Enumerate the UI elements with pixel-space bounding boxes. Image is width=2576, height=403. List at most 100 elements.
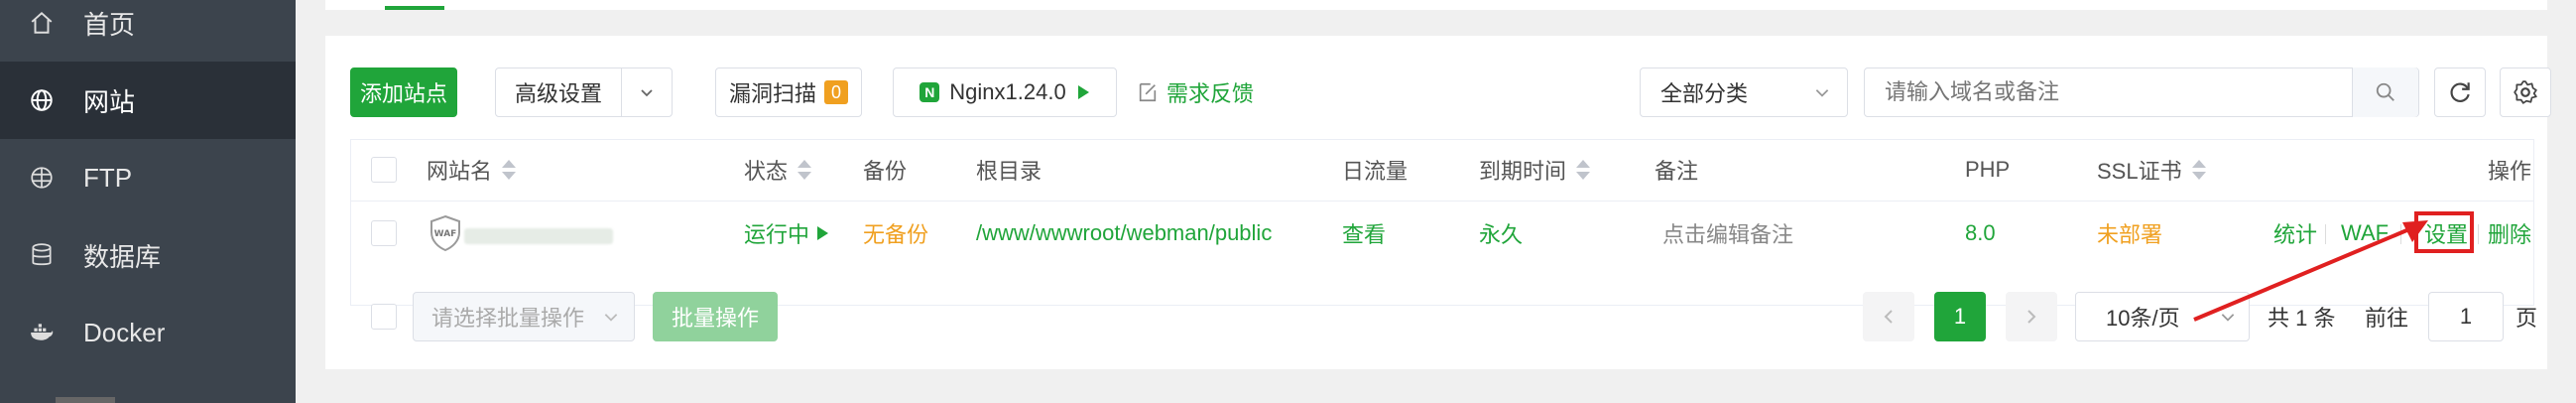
remark-edit[interactable]: 点击编辑备注 (1662, 218, 1793, 248)
ftp-globe-icon (28, 164, 56, 192)
header-label: 根目录 (976, 159, 1043, 184)
traffic-view-link[interactable]: 查看 (1342, 218, 1386, 248)
expire-date[interactable]: 永久 (1479, 218, 1523, 248)
backup-status[interactable]: 无备份 (863, 218, 928, 248)
globe-icon (28, 86, 56, 114)
search-button[interactable] (2352, 67, 2418, 117)
next-page-button[interactable] (2006, 292, 2057, 341)
feedback-link[interactable]: 需求反馈 (1137, 67, 1254, 117)
edit-note-icon (1139, 82, 1157, 102)
search-box (1864, 67, 2419, 117)
refresh-icon (2450, 82, 2470, 102)
prev-page-button[interactable] (1863, 292, 1914, 341)
sidebar-item-label: Docker (83, 317, 166, 347)
sort-icon (502, 160, 517, 180)
sidebar-item-docker[interactable]: Docker (0, 294, 296, 371)
row-checkbox[interactable] (371, 220, 397, 246)
header-label: 操作 (2488, 159, 2532, 184)
feedback-label: 需求反馈 (1166, 81, 1255, 106)
nginx-version-button[interactable]: N Nginx1.24.0 (893, 67, 1117, 117)
vuln-scan-label: 漏洞扫描 (728, 81, 816, 106)
refresh-button[interactable] (2434, 67, 2486, 117)
header-root-dir: 根目录 (976, 155, 1042, 185)
category-select[interactable]: 全部分类 (1640, 67, 1848, 117)
sidebar-item-label: FTP (83, 162, 133, 193)
nginx-version-label: Nginx1.24.0 (949, 79, 1066, 104)
sidebar-item-database[interactable]: 数据库 (0, 216, 296, 294)
sidebar-item-home[interactable]: 首页 (0, 0, 296, 62)
sidebar: 首页 网站 FTP 数据库 Docker (0, 0, 296, 403)
chevron-right-icon (2027, 310, 2036, 324)
settings-button[interactable] (2500, 67, 2551, 117)
header-label: 到期时间 (1479, 159, 1567, 184)
chevron-down-icon (604, 314, 618, 322)
sidebar-item-label: 首页 (83, 9, 136, 40)
add-site-button[interactable]: 添加站点 (350, 67, 457, 117)
batch-action-button[interactable]: 批量操作 (653, 292, 778, 341)
header-label: 备注 (1655, 159, 1699, 184)
action-divider (2478, 224, 2479, 244)
search-input[interactable] (1883, 69, 2363, 115)
nginx-icon: N (920, 82, 940, 102)
status-label: 运行中 (744, 222, 810, 247)
home-icon (28, 9, 56, 37)
header-traffic: 日流量 (1342, 155, 1408, 185)
header-label: SSL证书 (2097, 159, 2182, 184)
advanced-settings-dropdown[interactable] (621, 67, 673, 117)
batch-action-select[interactable]: 请选择批量操作 (413, 292, 635, 341)
tab-strip (325, 0, 2547, 10)
header-status[interactable]: 状态 (744, 155, 812, 185)
sort-icon (1576, 160, 1591, 180)
goto-page-value: 1 (2459, 304, 2473, 329)
waf-shield-icon: WAF (429, 214, 462, 252)
active-tab-indicator (385, 6, 444, 10)
sidebar-item-website[interactable]: 网站 (0, 62, 296, 139)
status-running[interactable]: 运行中 (744, 218, 829, 248)
vuln-count-badge: 0 (824, 80, 848, 104)
header-ssl[interactable]: SSL证书 (2097, 155, 2206, 185)
header-expire[interactable]: 到期时间 (1479, 155, 1591, 185)
advanced-settings-label: 高级设置 (514, 81, 602, 106)
current-page-number: 1 (1953, 304, 1967, 329)
header-remark: 备注 (1655, 155, 1698, 185)
sort-icon (797, 160, 812, 180)
header-php: PHP (1965, 155, 2010, 185)
category-value: 全部分类 (1660, 81, 1749, 106)
header-actions: 操作 (2488, 155, 2531, 185)
batch-action-label: 批量操作 (671, 306, 759, 331)
batch-action-placeholder: 请选择批量操作 (431, 306, 585, 331)
page-suffix: 页 (2515, 306, 2538, 331)
gear-icon (2514, 80, 2537, 104)
sidebar-item-ftp[interactable]: FTP (0, 139, 296, 216)
sidebar-item-partial (56, 385, 145, 403)
play-icon (1077, 85, 1089, 99)
website-panel: 添加站点 高级设置 漏洞扫描 0 N Nginx1.24.0 需求反馈 全部分类… (325, 36, 2551, 369)
header-site-name[interactable]: 网站名 (427, 155, 517, 185)
chevron-left-icon (1884, 310, 1893, 324)
advanced-settings-button[interactable]: 高级设置 (495, 67, 622, 117)
search-icon (2376, 82, 2394, 101)
sort-icon (2191, 160, 2206, 180)
header-label: PHP (1965, 157, 2011, 182)
delete-link[interactable]: 删除 (2488, 218, 2531, 248)
vuln-scan-button[interactable]: 漏洞扫描 0 (715, 67, 862, 117)
database-icon (28, 241, 56, 269)
header-label: 网站名 (427, 159, 493, 184)
header-label: 状态 (744, 159, 789, 184)
root-dir-link[interactable]: /www/wwwroot/webman/public (976, 218, 1272, 248)
sidebar-item-label: 网站 (83, 86, 136, 117)
select-all-checkbox[interactable] (371, 157, 397, 183)
header-label: 备份 (863, 159, 908, 184)
add-site-label: 添加站点 (359, 81, 447, 106)
php-version[interactable]: 8.0 (1965, 218, 1996, 248)
chevron-down-icon (1815, 89, 1829, 97)
play-icon (817, 226, 829, 240)
sidebar-item-label: 数据库 (83, 241, 162, 272)
annotation-arrow (2193, 220, 2428, 322)
header-backup: 备份 (863, 155, 907, 185)
chevron-down-icon (641, 89, 653, 97)
ssl-status[interactable]: 未部署 (2097, 218, 2162, 248)
footer-select-checkbox[interactable] (371, 304, 397, 330)
site-name-redacted[interactable] (464, 228, 613, 244)
page-1-button[interactable]: 1 (1934, 292, 1986, 341)
